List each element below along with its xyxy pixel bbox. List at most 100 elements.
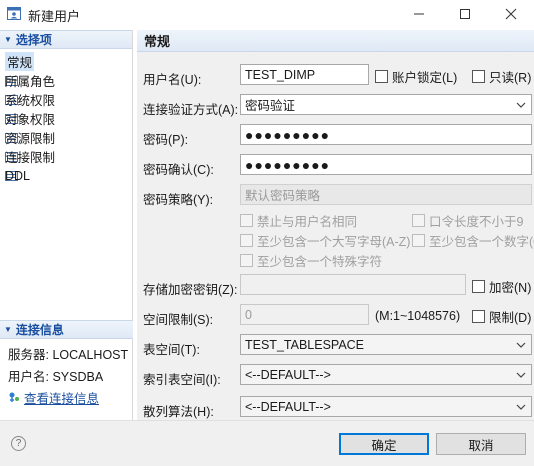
close-icon bbox=[505, 8, 517, 20]
ok-button[interactable]: 确定 bbox=[339, 433, 429, 455]
nav-item-label: DDL bbox=[5, 168, 31, 183]
dialog-footer: ? 确定 取消 bbox=[0, 420, 534, 466]
nav-item-label: 对象权限 bbox=[5, 113, 56, 127]
password-input[interactable]: ●●●●●●●●● bbox=[240, 124, 532, 145]
hash-algorithm-select[interactable]: <--DEFAULT--> bbox=[240, 396, 532, 417]
options-section-header[interactable]: ▼ 选择项 bbox=[0, 30, 132, 49]
nav-item-connection-limits[interactable]: 连接限制 bbox=[0, 147, 132, 166]
username-label: 用户名(U): bbox=[143, 73, 202, 87]
min-length-label: 口令长度不小于9 bbox=[429, 215, 524, 229]
checkbox-box bbox=[412, 234, 425, 247]
chevron-down-icon bbox=[516, 372, 526, 378]
nav-item-resource-limits[interactable]: 资源限制 bbox=[0, 128, 132, 147]
store-key-input[interactable] bbox=[240, 274, 466, 295]
auth-method-select[interactable]: 密码验证 bbox=[240, 94, 532, 115]
password-label: 密码(P): bbox=[143, 133, 189, 147]
require-special-label: 至少包含一个特殊字符 bbox=[257, 255, 383, 269]
nav-item-label: 资源限制 bbox=[5, 132, 56, 146]
min-length-checkbox[interactable]: 口令长度不小于9 bbox=[412, 211, 523, 230]
require-digit-label: 至少包含一个数字(0 bbox=[429, 235, 534, 249]
chevron-down-icon bbox=[516, 404, 526, 410]
require-special-checkbox[interactable]: 至少包含一个特殊字符 bbox=[240, 251, 382, 270]
space-limit-hint: (M:1~1048576) bbox=[375, 309, 461, 323]
options-header-label: 选择项 bbox=[15, 33, 52, 47]
readonly-checkbox[interactable]: 只读(R) bbox=[472, 67, 531, 86]
chevron-down-icon bbox=[516, 102, 526, 108]
maximize-button[interactable] bbox=[442, 0, 488, 28]
encrypt-label: 加密(N) bbox=[489, 281, 532, 295]
nav-item-label: 连接限制 bbox=[5, 151, 56, 165]
tablespace-label: 表空间(T): bbox=[143, 343, 200, 357]
nav-item-label: 所属角色 bbox=[5, 75, 56, 89]
nav-item-system-privileges[interactable]: 系统权限 bbox=[0, 90, 132, 109]
no-same-as-username-checkbox[interactable]: 禁止与用户名相同 bbox=[240, 211, 357, 230]
collapse-triangle-icon: ▼ bbox=[4, 35, 12, 44]
nav-item-object-privileges[interactable]: 对象权限 bbox=[0, 109, 132, 128]
tablespace-select[interactable]: TEST_TABLESPACE bbox=[240, 334, 532, 355]
collapse-triangle-icon: ▼ bbox=[4, 325, 12, 334]
username-input[interactable]: TEST_DIMP bbox=[240, 64, 369, 85]
view-connection-link[interactable]: 查看连接信息 bbox=[24, 388, 99, 407]
checkbox-box bbox=[472, 280, 485, 293]
index-tablespace-value: <--DEFAULT--> bbox=[245, 367, 331, 382]
chevron-down-icon bbox=[516, 342, 526, 348]
connection-info: ▼ 连接信息 服务器: LOCALHOST 用户名: SYSDBA 查看连接信息 bbox=[0, 320, 133, 408]
readonly-label: 只读(R) bbox=[489, 71, 532, 85]
index-tablespace-label: 索引表空间(I): bbox=[143, 373, 221, 387]
no-same-as-username-label: 禁止与用户名相同 bbox=[257, 215, 358, 229]
require-uppercase-label: 至少包含一个大写字母(A-Z) bbox=[257, 235, 411, 249]
main-panel: 常规 用户名(U): TEST_DIMP 账户锁定(L) 只读(R) 连接验证方… bbox=[137, 30, 534, 420]
help-icon[interactable]: ? bbox=[11, 436, 26, 451]
account-locked-label: 账户锁定(L) bbox=[392, 71, 458, 85]
close-button[interactable] bbox=[488, 0, 534, 28]
checkbox-box bbox=[240, 254, 253, 267]
space-limit-input[interactable]: 0 bbox=[240, 304, 369, 325]
username-info: 用户名: SYSDBA bbox=[8, 369, 104, 384]
checkbox-box bbox=[240, 234, 253, 247]
tablespace-value: TEST_TABLESPACE bbox=[245, 337, 365, 352]
checkbox-box bbox=[472, 70, 485, 83]
view-connection-row: 查看连接信息 bbox=[0, 386, 133, 408]
require-digit-checkbox[interactable]: 至少包含一个数字(0 bbox=[412, 231, 534, 250]
maximize-icon bbox=[460, 9, 470, 19]
index-tablespace-select[interactable]: <--DEFAULT--> bbox=[240, 364, 532, 385]
password-policy-label: 密码策略(Y): bbox=[143, 193, 214, 207]
checkbox-box bbox=[240, 214, 253, 227]
title-bar: 新建用户 bbox=[0, 0, 534, 28]
connection-header-label: 连接信息 bbox=[15, 323, 64, 337]
auth-method-value: 密码验证 bbox=[245, 99, 296, 113]
checkbox-box bbox=[412, 214, 425, 227]
options-nav: 常规 所属角色 系统权限 对象权限 资源限制 连接限制 DDL bbox=[0, 49, 132, 185]
auth-method-label: 连接验证方式(A): bbox=[143, 103, 239, 117]
checkbox-box bbox=[375, 70, 388, 83]
connection-info-icon bbox=[9, 392, 19, 402]
account-locked-checkbox[interactable]: 账户锁定(L) bbox=[375, 67, 457, 86]
nav-item-roles[interactable]: 所属角色 bbox=[0, 71, 132, 90]
require-uppercase-checkbox[interactable]: 至少包含一个大写字母(A-Z) bbox=[240, 231, 410, 250]
limit-label: 限制(D) bbox=[489, 311, 532, 325]
hash-algorithm-label: 散列算法(H): bbox=[143, 405, 214, 419]
connection-section-header[interactable]: ▼ 连接信息 bbox=[0, 320, 133, 339]
nav-item-label: 系统权限 bbox=[5, 94, 56, 108]
checkbox-box bbox=[472, 310, 485, 323]
space-limit-label: 空间限制(S): bbox=[143, 313, 214, 327]
new-user-app-icon bbox=[7, 7, 21, 20]
window-title: 新建用户 bbox=[28, 9, 81, 24]
encrypt-checkbox[interactable]: 加密(N) bbox=[472, 277, 531, 296]
general-form: 用户名(U): TEST_DIMP 账户锁定(L) 只读(R) 连接验证方式(A… bbox=[137, 52, 534, 420]
left-panel: ▼ 选择项 常规 所属角色 系统权限 对象权限 资源限制 连接限制 DDL ▼ … bbox=[0, 30, 133, 420]
password-confirm-input[interactable]: ●●●●●●●●● bbox=[240, 154, 532, 175]
minimize-button[interactable] bbox=[396, 0, 442, 28]
store-key-label: 存储加密密钥(Z): bbox=[143, 283, 238, 297]
nav-item-general[interactable]: 常规 bbox=[0, 52, 132, 71]
limit-checkbox[interactable]: 限制(D) bbox=[472, 307, 531, 326]
nav-item-label: 常规 bbox=[5, 52, 35, 71]
cancel-button[interactable]: 取消 bbox=[436, 433, 526, 455]
hash-algorithm-value: <--DEFAULT--> bbox=[245, 399, 331, 414]
password-policy-value: 默认密码策略 bbox=[245, 189, 321, 203]
general-section-header: 常规 bbox=[137, 30, 534, 52]
password-confirm-label: 密码确认(C): bbox=[143, 163, 214, 177]
password-policy-select[interactable]: 默认密码策略 bbox=[240, 184, 532, 205]
server-info: 服务器: LOCALHOST bbox=[8, 347, 129, 362]
nav-item-ddl[interactable]: DDL bbox=[0, 166, 132, 185]
